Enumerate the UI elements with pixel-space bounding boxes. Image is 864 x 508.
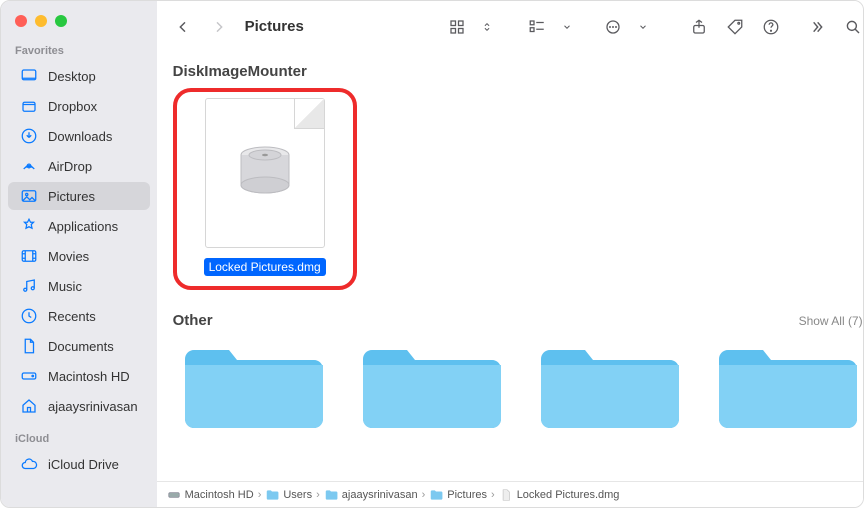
disk-icon: [167, 488, 181, 502]
sidebar-item-movies[interactable]: Movies: [8, 242, 150, 270]
help-button[interactable]: [757, 13, 785, 41]
group-by-menu-button[interactable]: [553, 13, 581, 41]
sidebar-item-home[interactable]: ajaaysrinivasan: [8, 392, 150, 420]
view-icons-button[interactable]: [443, 13, 471, 41]
folder-icon: [324, 488, 338, 502]
dmg-file-icon: [205, 98, 325, 248]
airdrop-icon: [20, 157, 38, 175]
crumb-label: Users: [283, 489, 312, 501]
traffic-lights: [1, 11, 157, 41]
sidebar: Favorites Desktop Dropbox Downloads AirD…: [1, 1, 157, 507]
sidebar-item-label: ajaaysrinivasan: [48, 399, 138, 414]
share-button[interactable]: [685, 13, 713, 41]
toolbar-overflow-button[interactable]: [803, 13, 831, 41]
document-icon: [20, 337, 38, 355]
desktop-icon: [20, 67, 38, 85]
group-by-button[interactable]: [523, 13, 551, 41]
harddrive-icon: [20, 367, 38, 385]
sidebar-item-label: Macintosh HD: [48, 369, 130, 384]
clock-icon: [20, 307, 38, 325]
chevron-right-icon: ›: [258, 489, 262, 501]
path-crumb[interactable]: Pictures: [429, 488, 487, 502]
sidebar-item-label: Desktop: [48, 69, 96, 84]
search-button[interactable]: [839, 13, 864, 41]
sidebar-item-icloud-drive[interactable]: iCloud Drive: [8, 450, 150, 478]
sidebar-heading-favorites: Favorites: [1, 41, 157, 61]
pictures-icon: [20, 187, 38, 205]
sidebar-item-label: Music: [48, 279, 82, 294]
sidebar-item-label: Movies: [48, 249, 89, 264]
sidebar-item-label: Recents: [48, 309, 96, 324]
file-icon: [499, 488, 513, 502]
folder-icon: [265, 488, 279, 502]
section-heading-other: Other: [173, 312, 213, 329]
chevron-right-icon: ›: [316, 489, 320, 501]
crumb-label: Macintosh HD: [185, 489, 254, 501]
finder-window: Favorites Desktop Dropbox Downloads AirD…: [0, 0, 864, 508]
show-all-button[interactable]: Show All (7): [799, 314, 863, 328]
cloud-icon: [20, 455, 38, 473]
sidebar-item-label: Documents: [48, 339, 114, 354]
action-menu-button[interactable]: [599, 13, 627, 41]
main-area: Pictures DiskImageMounter: [157, 1, 864, 507]
crumb-label: ajaaysrinivasan: [342, 489, 418, 501]
path-crumb[interactable]: Macintosh HD: [167, 488, 254, 502]
applications-icon: [20, 217, 38, 235]
path-crumb[interactable]: Users: [265, 488, 312, 502]
sidebar-heading-icloud: iCloud: [1, 429, 157, 449]
folder-grid: [173, 339, 863, 434]
home-icon: [20, 397, 38, 415]
path-crumb[interactable]: ajaaysrinivasan: [324, 488, 418, 502]
sidebar-item-applications[interactable]: Applications: [8, 212, 150, 240]
sidebar-item-dropbox[interactable]: Dropbox: [8, 92, 150, 120]
chevron-right-icon: ›: [422, 489, 426, 501]
dog-ear-icon: [294, 99, 324, 129]
section-heading-diskimagemounter: DiskImageMounter: [173, 63, 863, 80]
sidebar-item-label: AirDrop: [48, 159, 92, 174]
back-button[interactable]: [169, 13, 197, 41]
music-icon: [20, 277, 38, 295]
sidebar-item-recents[interactable]: Recents: [8, 302, 150, 330]
movies-icon: [20, 247, 38, 265]
content-area: DiskImageMounter Locked Pictures.dmg: [157, 53, 864, 481]
folder-item[interactable]: [713, 339, 863, 434]
path-bar: Macintosh HD › Users › ajaaysrinivasan ›…: [157, 481, 864, 507]
minimize-window-button[interactable]: [35, 15, 47, 27]
toolbar: Pictures: [157, 1, 864, 53]
view-switcher-button[interactable]: [473, 13, 501, 41]
close-window-button[interactable]: [15, 15, 27, 27]
sidebar-item-music[interactable]: Music: [8, 272, 150, 300]
dropbox-icon: [20, 97, 38, 115]
file-item-locked-pictures[interactable]: Locked Pictures.dmg: [185, 98, 345, 276]
sidebar-item-documents[interactable]: Documents: [8, 332, 150, 360]
sidebar-item-downloads[interactable]: Downloads: [8, 122, 150, 150]
sidebar-item-macintosh-hd[interactable]: Macintosh HD: [8, 362, 150, 390]
zoom-window-button[interactable]: [55, 15, 67, 27]
sidebar-item-label: Dropbox: [48, 99, 97, 114]
path-crumb[interactable]: Locked Pictures.dmg: [499, 488, 620, 502]
folder-item[interactable]: [535, 339, 685, 434]
sidebar-item-label: Pictures: [48, 189, 95, 204]
sidebar-item-desktop[interactable]: Desktop: [8, 62, 150, 90]
folder-item[interactable]: [179, 339, 329, 434]
sidebar-item-label: Applications: [48, 219, 118, 234]
action-menu-chevron[interactable]: [629, 13, 657, 41]
crumb-label: Locked Pictures.dmg: [517, 489, 620, 501]
harddisk-icon: [233, 141, 297, 205]
sidebar-item-airdrop[interactable]: AirDrop: [8, 152, 150, 180]
folder-item[interactable]: [357, 339, 507, 434]
sidebar-item-label: Downloads: [48, 129, 112, 144]
sidebar-item-label: iCloud Drive: [48, 457, 119, 472]
forward-button[interactable]: [205, 13, 233, 41]
crumb-label: Pictures: [447, 489, 487, 501]
window-title: Pictures: [245, 18, 304, 35]
folder-icon: [429, 488, 443, 502]
chevron-right-icon: ›: [491, 489, 495, 501]
annotation-highlight: Locked Pictures.dmg: [173, 88, 357, 290]
sidebar-item-pictures[interactable]: Pictures: [8, 182, 150, 210]
file-label: Locked Pictures.dmg: [204, 258, 326, 276]
download-icon: [20, 127, 38, 145]
tags-button[interactable]: [721, 13, 749, 41]
